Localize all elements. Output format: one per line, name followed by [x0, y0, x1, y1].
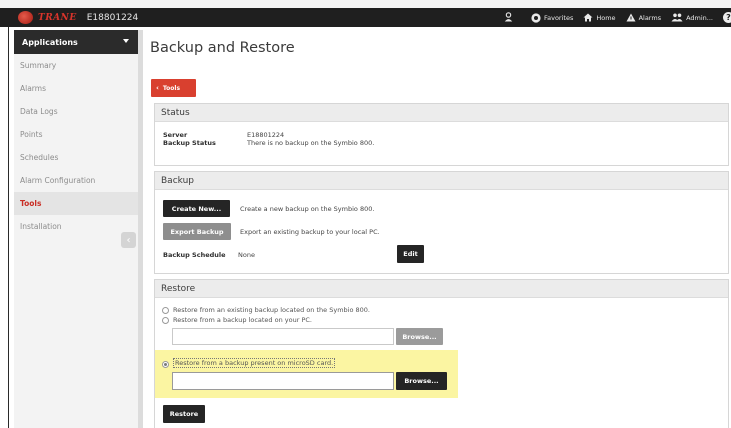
sidebar-item-tools[interactable]: Tools	[14, 192, 138, 215]
back-button-label: Tools	[162, 84, 181, 92]
chevron-left-icon: ‹	[156, 84, 159, 92]
restore-sd-label: Restore from a backup present on microSD…	[173, 358, 336, 368]
export-backup-button[interactable]: Export Backup	[163, 223, 231, 240]
help-icon[interactable]: ?	[723, 12, 731, 23]
brand-name: TRANE	[38, 12, 77, 23]
alarm-icon	[626, 13, 636, 22]
back-to-tools-button[interactable]: ‹ Tools	[151, 79, 196, 97]
frame-border	[8, 27, 9, 428]
nav-alarms[interactable]: Alarms	[626, 13, 662, 22]
nav-favorites[interactable]: Favorites	[531, 12, 574, 23]
status-panel: Status Server E18801224 Backup Status Th…	[154, 103, 729, 166]
brand-logo[interactable]: TRANE	[18, 11, 77, 24]
sidebar: Applications Summary Alarms Data Logs Po…	[14, 30, 138, 428]
restore-button[interactable]: Restore	[163, 405, 205, 423]
sidebar-item-installation[interactable]: Installation	[14, 215, 138, 238]
browse-sd-button[interactable]: Browse...	[396, 372, 447, 390]
browse-pc-button[interactable]: Browse...	[396, 328, 443, 345]
sd-file-input[interactable]	[172, 372, 394, 390]
nav-admin-label: Admin...	[686, 13, 713, 22]
edit-schedule-button[interactable]: Edit	[397, 245, 424, 263]
app-header: TRANE E18801224 Favorites Home Alarms Ad…	[0, 8, 731, 27]
nav-home-label: Home	[596, 13, 616, 22]
trane-logo-icon	[18, 11, 33, 24]
restore-symbio-radio[interactable]	[162, 307, 169, 314]
applications-title: Applications	[22, 37, 78, 47]
sidebar-item-alarms[interactable]: Alarms	[14, 77, 138, 100]
cropped-heading-strip	[0, 0, 731, 8]
home-icon	[583, 13, 593, 22]
user-icon[interactable]	[504, 11, 513, 24]
restore-pc-radio[interactable]	[162, 317, 169, 324]
status-panel-title: Status	[155, 104, 728, 122]
nav-favorites-label: Favorites	[543, 13, 574, 22]
page-title: Backup and Restore	[150, 40, 295, 56]
backup-status-value: There is no backup on the Symbio 800.	[247, 139, 375, 147]
backup-schedule-value: None	[238, 251, 255, 259]
restore-sd-radio[interactable]	[162, 361, 169, 368]
restore-symbio-label: Restore from an existing backup located …	[173, 306, 370, 314]
backup-panel: Backup Create New... Create a new backup…	[154, 171, 729, 274]
export-backup-description: Export an existing backup to your local …	[240, 228, 380, 236]
sidebar-item-summary[interactable]: Summary	[14, 54, 138, 77]
users-icon	[671, 13, 683, 22]
restore-pc-label: Restore from a backup located on your PC…	[173, 316, 312, 324]
backup-status-label: Backup Status	[163, 139, 216, 147]
nav-home[interactable]: Home	[583, 13, 616, 22]
caret-down-icon	[123, 39, 129, 43]
nav-admin[interactable]: Admin...	[671, 13, 713, 22]
collapse-sidebar-icon[interactable]: ‹	[121, 232, 136, 248]
sidebar-item-points[interactable]: Points	[14, 123, 138, 146]
backup-schedule-label: Backup Schedule	[163, 251, 226, 259]
create-new-button[interactable]: Create New...	[163, 200, 230, 217]
star-circle-icon	[531, 12, 541, 23]
sidebar-item-data-logs[interactable]: Data Logs	[14, 100, 138, 123]
restore-panel-title: Restore	[155, 280, 728, 298]
restore-sd-label-wrap: Restore from a backup present on microSD…	[173, 358, 336, 368]
device-id: E18801224	[86, 12, 139, 23]
sidebar-item-schedules[interactable]: Schedules	[14, 146, 138, 169]
pc-file-input[interactable]	[172, 328, 394, 345]
nav-alarms-label: Alarms	[638, 13, 662, 22]
create-new-description: Create a new backup on the Symbio 800.	[240, 205, 375, 213]
server-label: Server	[163, 131, 188, 139]
backup-panel-title: Backup	[155, 172, 728, 190]
applications-menu[interactable]: Applications	[14, 30, 138, 54]
sidebar-divider	[138, 30, 143, 428]
server-value: E18801224	[247, 131, 285, 139]
sidebar-item-alarm-configuration[interactable]: Alarm Configuration	[14, 169, 138, 192]
